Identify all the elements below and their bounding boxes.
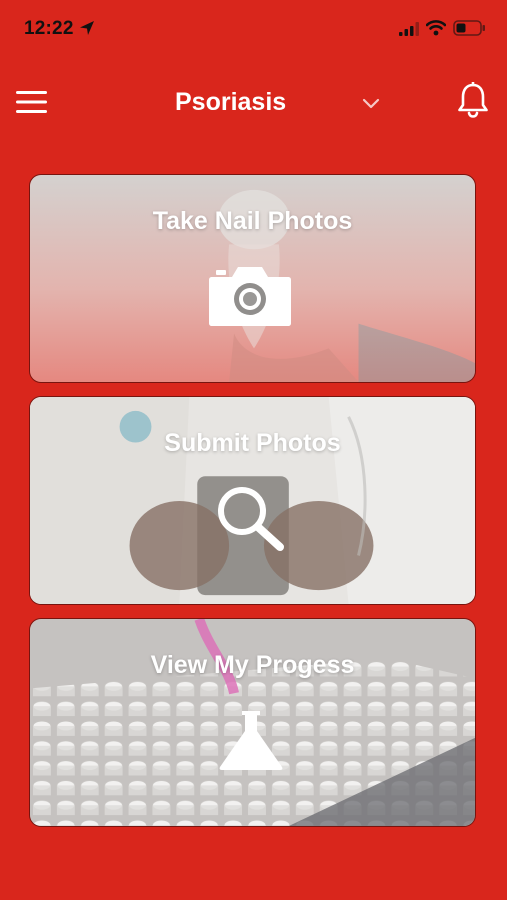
flask-icon bbox=[219, 711, 283, 770]
location-arrow-icon bbox=[80, 21, 94, 35]
card-label: Take Nail Photos bbox=[152, 207, 353, 235]
status-bar: 12:22 bbox=[0, 0, 507, 56]
take-nail-photos-card[interactable]: Take Nail Photos bbox=[29, 174, 476, 383]
bell-icon[interactable] bbox=[456, 82, 490, 118]
app-header: Psoriasis bbox=[0, 70, 507, 140]
page-title: Psoriasis bbox=[175, 88, 287, 116]
status-time: 12:22 bbox=[24, 18, 74, 39]
card-label: Submit Photos bbox=[164, 429, 341, 457]
wifi-icon bbox=[426, 20, 446, 36]
view-my-progress-card[interactable]: View My Progess bbox=[29, 618, 476, 827]
app-screen: 12:22 Psoriasis Take Nail Photos Submit … bbox=[0, 0, 507, 900]
signal-icon bbox=[399, 22, 419, 36]
condition-selector[interactable]: Psoriasis bbox=[170, 86, 390, 126]
card-label: View My Progess bbox=[150, 651, 355, 679]
battery-icon bbox=[453, 20, 485, 36]
search-icon bbox=[218, 487, 284, 551]
camera-icon bbox=[209, 267, 291, 326]
chevron-down-icon bbox=[362, 98, 380, 109]
submit-photos-card[interactable]: Submit Photos bbox=[29, 396, 476, 605]
hamburger-menu-icon[interactable] bbox=[16, 90, 48, 114]
